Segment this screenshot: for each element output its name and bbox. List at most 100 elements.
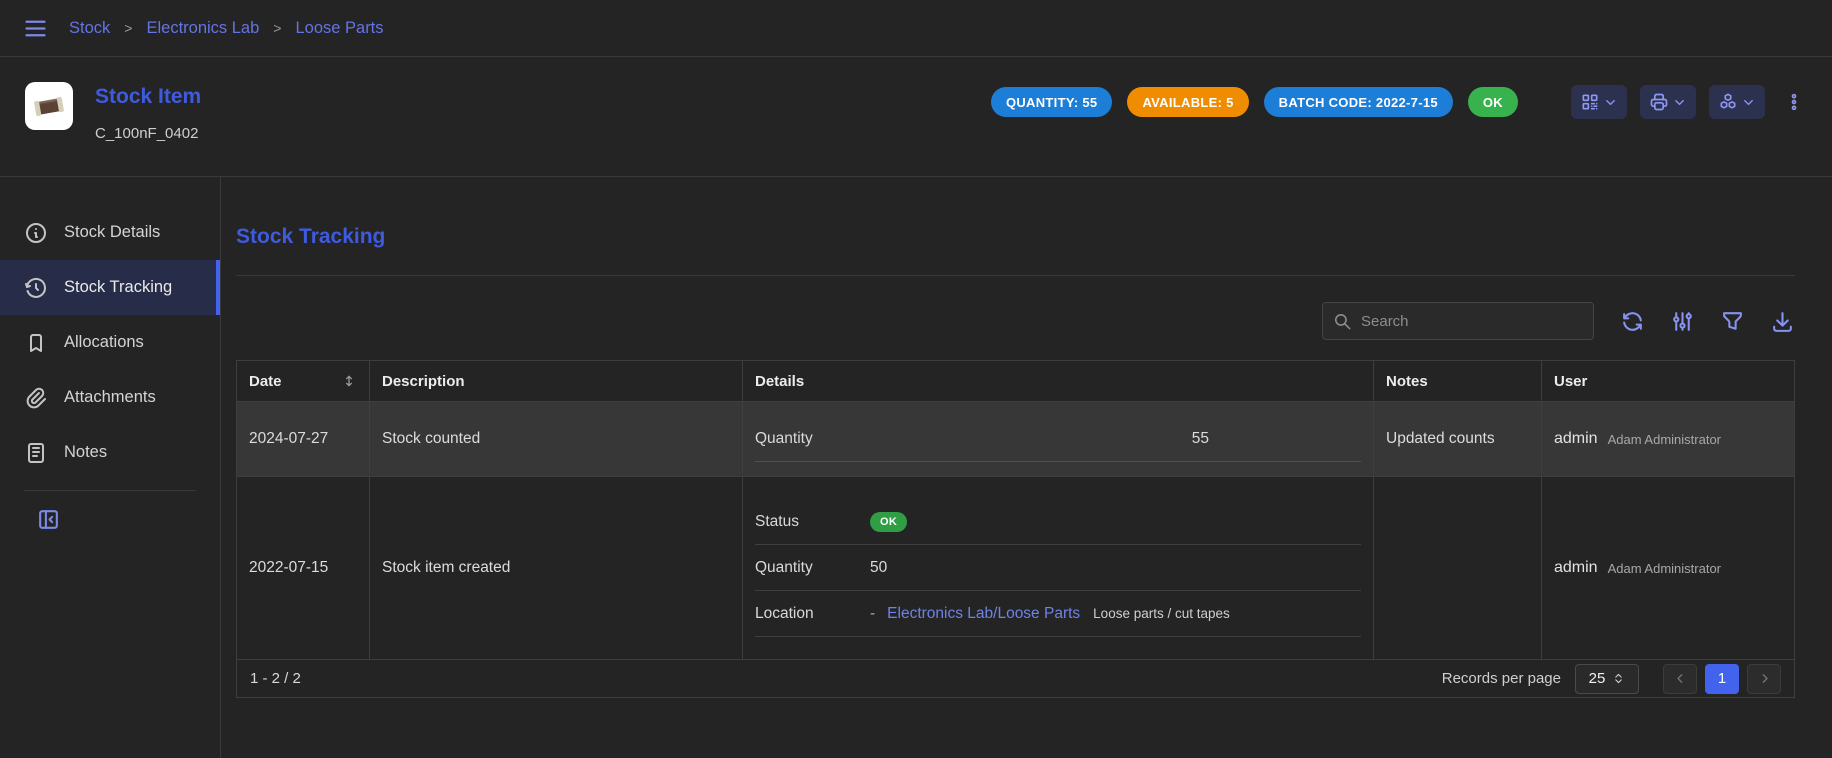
column-header-details[interactable]: Details [743, 361, 1374, 401]
app-root: Stock > Electronics Lab > Loose Parts St… [0, 0, 1832, 758]
username: admin [1554, 430, 1598, 448]
notes-icon [24, 441, 48, 465]
print-actions-button[interactable] [1640, 85, 1696, 119]
page-header: Stock Item C_100nF_0402 QUANTITY: 55 AVA… [0, 57, 1832, 177]
table-settings-button[interactable] [1670, 309, 1695, 334]
status-badges: QUANTITY: 55 AVAILABLE: 5 BATCH CODE: 20… [991, 87, 1518, 117]
sidebar-item-stock-details[interactable]: Stock Details [0, 205, 220, 260]
batch-code-badge: BATCH CODE: 2022-7-15 [1264, 87, 1453, 117]
adjustments-icon [1670, 309, 1695, 334]
status-ok-badge: OK [1468, 87, 1518, 117]
table-actions [1620, 309, 1795, 334]
filter-button[interactable] [1720, 309, 1745, 334]
stock-item-thumbnail[interactable] [25, 82, 73, 130]
breadcrumb-link-electronics-lab[interactable]: Electronics Lab [146, 19, 259, 38]
sidebar-item-label: Stock Details [64, 223, 160, 242]
cell-notes: Updated counts [1374, 402, 1542, 476]
main-panel: Stock Tracking [236, 177, 1795, 698]
kebab-menu-icon[interactable] [1784, 92, 1804, 112]
search-input[interactable] [1361, 313, 1583, 330]
records-per-page-select[interactable]: 25 [1575, 664, 1639, 694]
column-header-notes[interactable]: Notes [1374, 361, 1542, 401]
sidebar-item-allocations[interactable]: Allocations [0, 315, 220, 370]
stock-operations-icon [1718, 92, 1738, 112]
paperclip-icon [24, 386, 48, 410]
sort-icon[interactable] [341, 373, 357, 389]
hamburger-menu-icon[interactable] [22, 15, 49, 42]
detail-row-quantity: Quantity 55 [755, 416, 1361, 462]
qr-code-icon [1580, 92, 1600, 112]
column-header-user[interactable]: User [1542, 361, 1794, 401]
table-row[interactable]: 2022-07-15 Stock item created Status OK … [237, 476, 1794, 659]
records-per-page-label: Records per page [1442, 670, 1561, 687]
cell-description: Stock item created [370, 477, 743, 659]
header-action-buttons [1571, 85, 1804, 119]
detail-value: 50 [870, 559, 1361, 577]
bookmark-icon [24, 331, 48, 355]
table-toolbar [236, 301, 1795, 341]
sidebar-item-label: Allocations [64, 333, 144, 352]
top-navbar: Stock > Electronics Lab > Loose Parts [0, 0, 1832, 57]
cell-date: 2024-07-27 [237, 402, 370, 476]
pager: 1 [1663, 664, 1781, 694]
table-row[interactable]: 2024-07-27 Stock counted Quantity 55 Upd… [237, 401, 1794, 476]
detail-row-quantity: Quantity 50 [755, 545, 1361, 591]
barcode-actions-button[interactable] [1571, 85, 1627, 119]
user-fullname: Adam Administrator [1608, 432, 1721, 447]
breadcrumb-separator: > [273, 20, 281, 36]
details-subtable: Quantity 55 [755, 416, 1361, 462]
breadcrumb-link-stock[interactable]: Stock [69, 19, 110, 38]
page-header-titles: Stock Item C_100nF_0402 [95, 85, 201, 142]
location-description: Loose parts / cut tapes [1093, 606, 1230, 621]
refresh-button[interactable] [1620, 309, 1645, 334]
sidebar-collapse-button[interactable] [36, 507, 61, 532]
heading-divider [236, 275, 1795, 276]
cell-description: Stock counted [370, 402, 743, 476]
page-title: Stock Item [95, 85, 201, 109]
cell-user: admin Adam Administrator [1542, 402, 1794, 476]
table-footer: 1 - 2 / 2 Records per page 25 [237, 659, 1794, 697]
table-header-row: Date Description Details Notes User [237, 361, 1794, 401]
details-subtable: Status OK Quantity 50 Location [755, 499, 1361, 637]
breadcrumb-separator: > [124, 20, 132, 36]
cell-details: Status OK Quantity 50 Location [743, 477, 1374, 659]
download-button[interactable] [1770, 309, 1795, 334]
sidebar-item-label: Stock Tracking [64, 278, 172, 297]
cell-user: admin Adam Administrator [1542, 477, 1794, 659]
pagination-controls: Records per page 25 1 [1442, 664, 1781, 694]
cell-details: Quantity 55 [743, 402, 1374, 476]
column-header-description[interactable]: Description [370, 361, 743, 401]
printer-icon [1649, 92, 1669, 112]
detail-value: 55 [870, 430, 1361, 448]
chevron-down-icon [1603, 95, 1618, 110]
next-page-button[interactable] [1747, 664, 1781, 694]
page-1-button[interactable]: 1 [1705, 664, 1739, 694]
chevron-left-icon [1673, 671, 1688, 686]
search-box [1322, 302, 1594, 340]
filter-icon [1720, 309, 1745, 334]
info-circle-icon [24, 221, 48, 245]
part-name: C_100nF_0402 [95, 125, 201, 142]
record-range: 1 - 2 / 2 [250, 670, 301, 687]
sidebar-item-label: Notes [64, 443, 107, 462]
sidebar-item-notes[interactable]: Notes [0, 425, 220, 480]
panel-heading: Stock Tracking [236, 225, 1795, 249]
stock-operations-button[interactable] [1709, 85, 1765, 119]
sidebar-item-attachments[interactable]: Attachments [0, 370, 220, 425]
sidebar-divider [24, 490, 196, 491]
refresh-icon [1620, 309, 1645, 334]
sidebar-item-stock-tracking[interactable]: Stock Tracking [0, 260, 220, 315]
available-badge: AVAILABLE: 5 [1127, 87, 1248, 117]
user-fullname: Adam Administrator [1608, 561, 1721, 576]
sidebar-collapse-icon [36, 507, 61, 532]
cell-date: 2022-07-15 [237, 477, 370, 659]
chevron-down-icon [1672, 95, 1687, 110]
detail-row-status: Status OK [755, 499, 1361, 545]
breadcrumb-link-loose-parts[interactable]: Loose Parts [295, 19, 383, 38]
location-link[interactable]: Electronics Lab/Loose Parts [887, 605, 1080, 623]
prev-page-button[interactable] [1663, 664, 1697, 694]
username: admin [1554, 559, 1598, 577]
sidebar: Stock Details Stock Tracking Allocations… [0, 177, 221, 758]
column-header-date[interactable]: Date [237, 361, 370, 401]
history-icon [24, 276, 48, 300]
